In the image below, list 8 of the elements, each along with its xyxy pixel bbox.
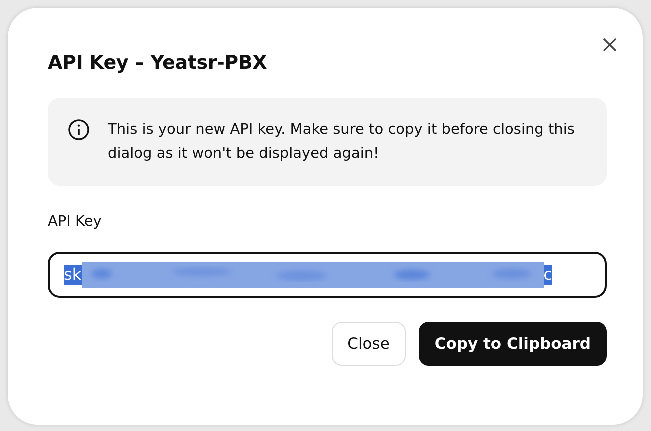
info-icon xyxy=(68,119,90,141)
close-button[interactable]: Close xyxy=(332,322,406,366)
field-label: API Key xyxy=(48,214,103,230)
copy-button[interactable]: Copy to Clipboard xyxy=(418,322,607,366)
dialog-title: API Key – Yeatsr-PBX xyxy=(48,52,268,74)
api-key-field[interactable]: sk c xyxy=(48,252,607,298)
info-message: This is your new API key. Make sure to copy it before closing this dialog as it won't be displayed again! xyxy=(108,121,576,164)
key-start-text: sk xyxy=(64,265,82,285)
